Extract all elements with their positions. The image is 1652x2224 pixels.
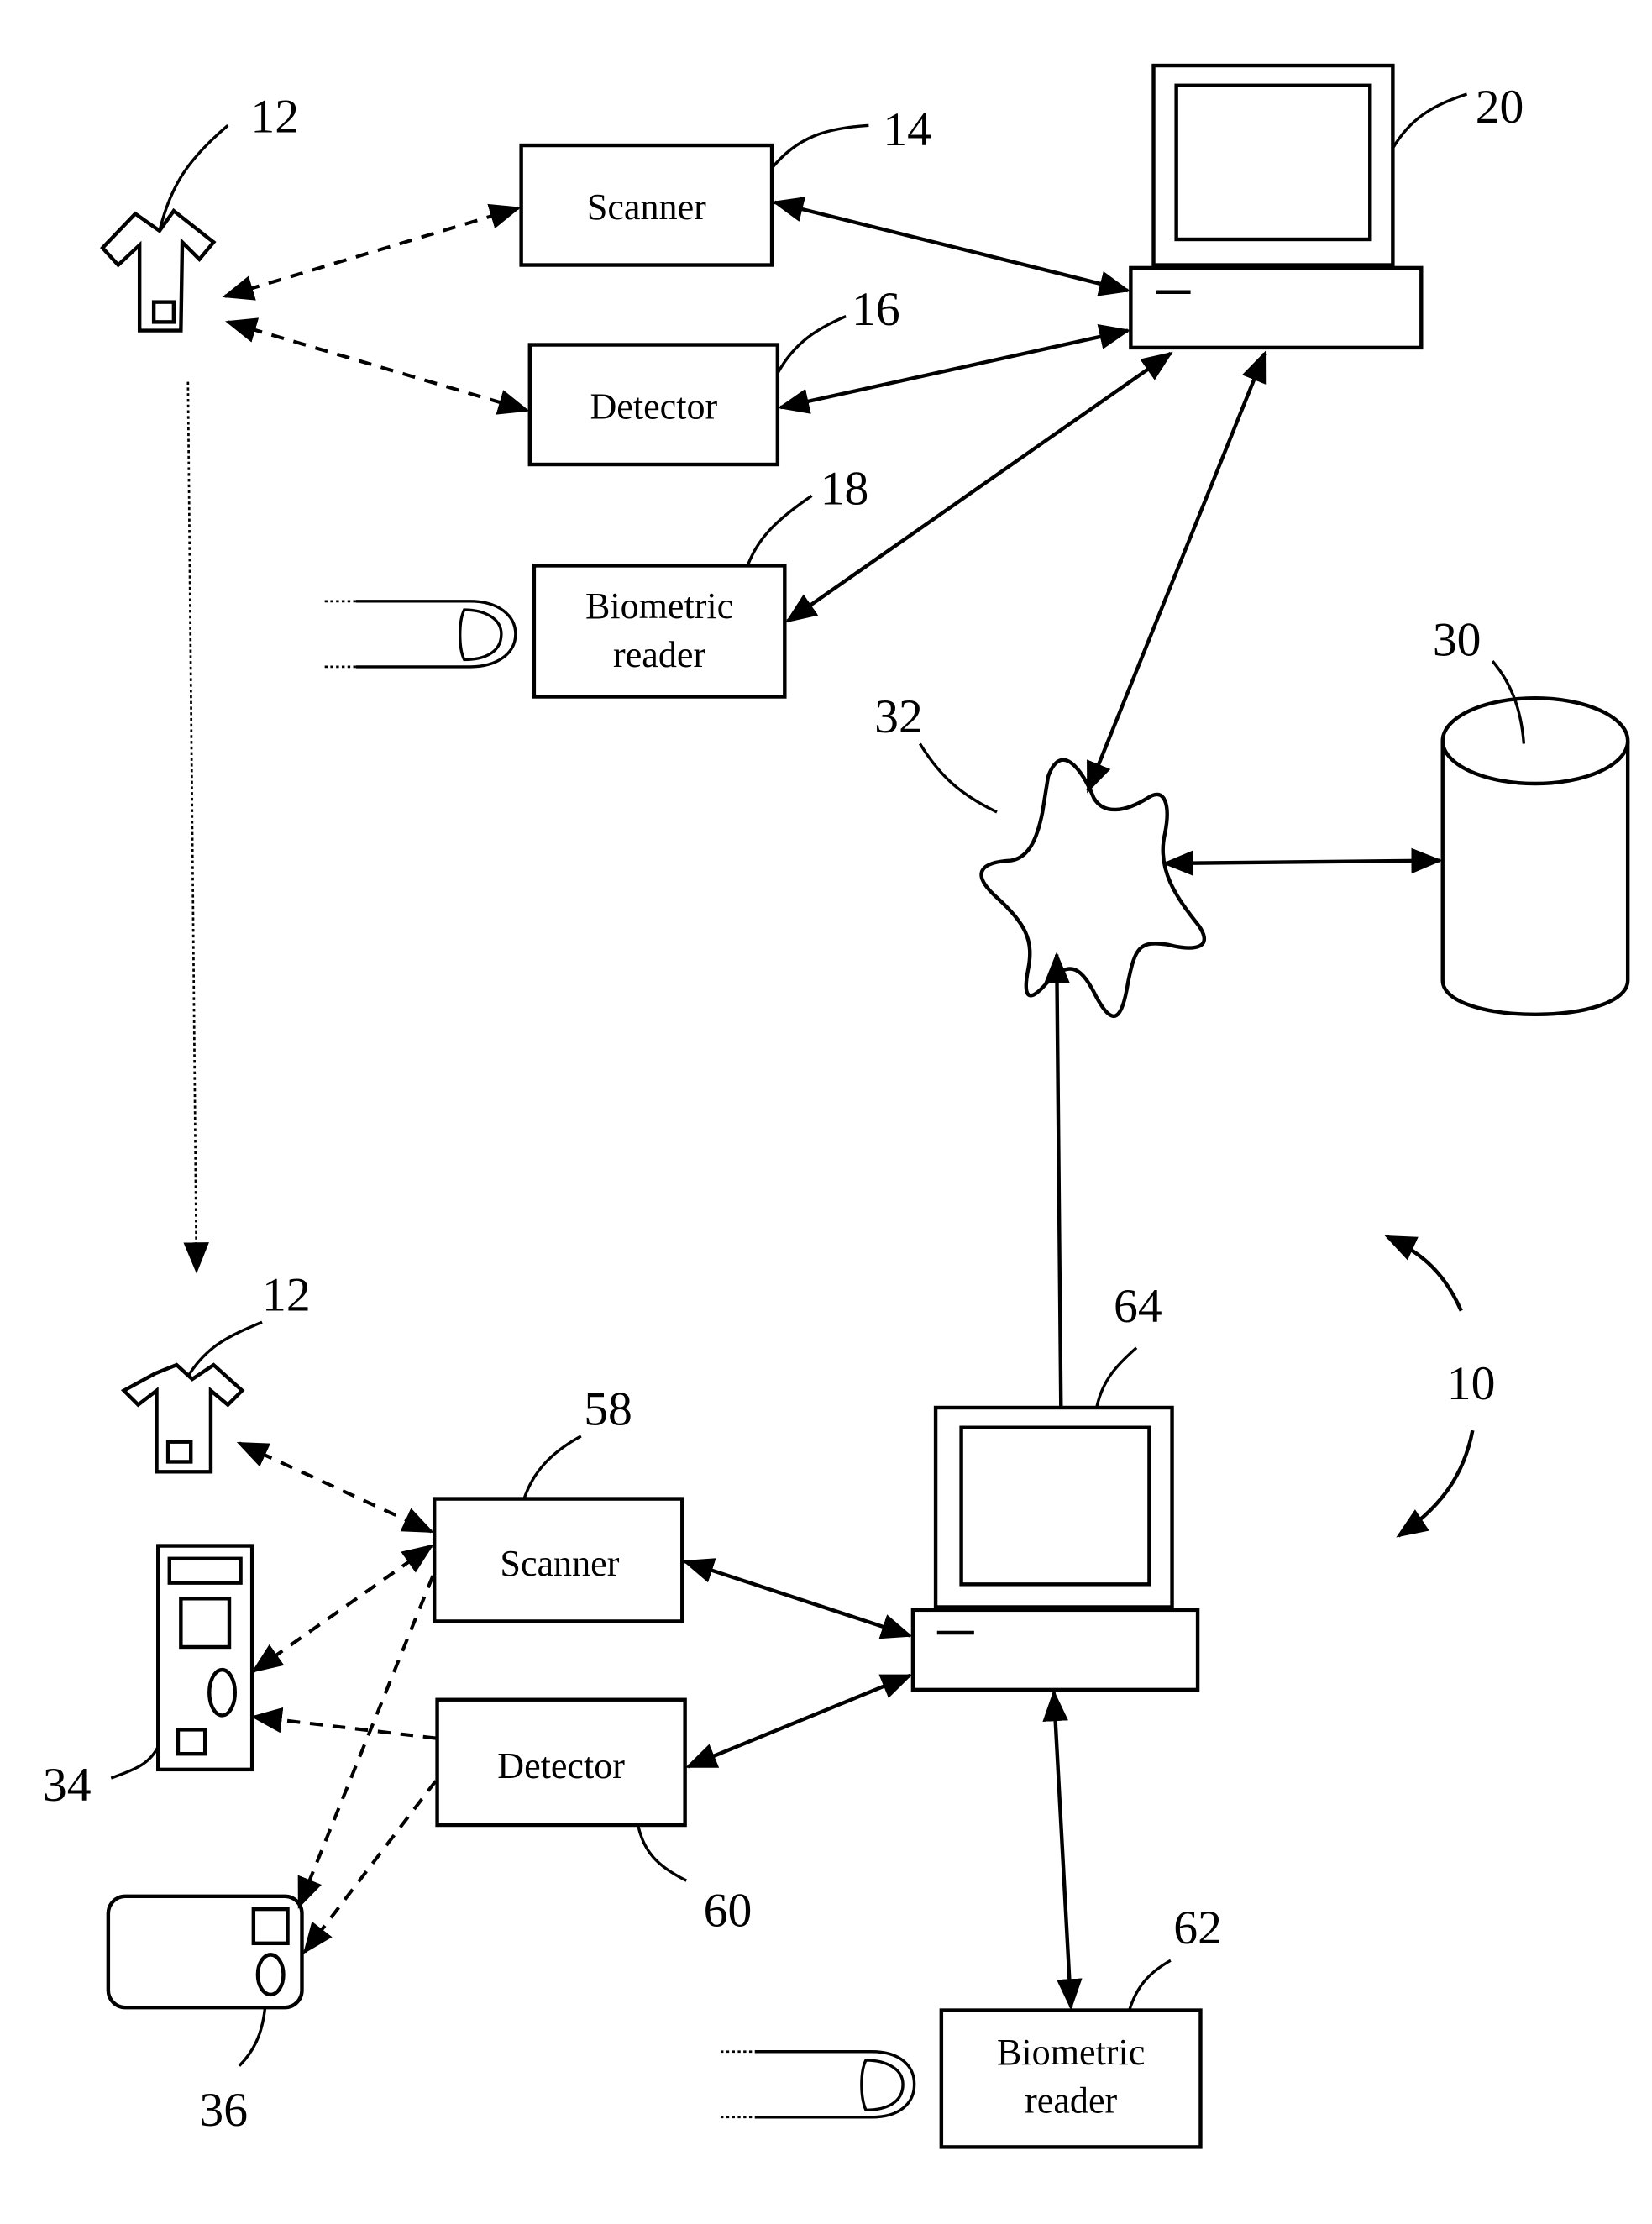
connection-computer-20-network-32 — [1086, 350, 1267, 794]
connection-detector-16-computer-20 — [777, 323, 1131, 414]
ref-label-34: 34 — [43, 1759, 92, 1812]
ref-label-32: 32 — [874, 690, 923, 743]
computer-icon-64 — [910, 1405, 1200, 1692]
ref-label-20: 20 — [1476, 81, 1524, 134]
connection-detector-60-handheld-34 — [250, 1707, 437, 1740]
connection-detector-60-computer-64 — [684, 1673, 913, 1769]
garment-icon — [100, 207, 217, 333]
leader-line-16 — [776, 315, 847, 375]
detector-box-16: Detector — [527, 343, 780, 467]
leader-line-62 — [1128, 1959, 1172, 2012]
scanner-box-14: Scanner — [519, 143, 774, 267]
biometric-reader-label-line2: reader — [613, 634, 705, 675]
ref-label-18: 18 — [821, 462, 869, 515]
leader-line-60 — [637, 1824, 688, 1882]
detector-label-lower: Detector — [497, 1745, 625, 1786]
computer-icon-20 — [1129, 63, 1424, 350]
leader-line-18 — [746, 494, 813, 567]
ref-label-16: 16 — [852, 283, 900, 336]
handheld-device-icon-34 — [156, 1544, 254, 1772]
connection-garment-detector-16 — [225, 317, 530, 415]
connection-scanner-58-computer-64 — [682, 1558, 913, 1639]
biometric-reader-box-18: Biometric reader — [532, 564, 787, 699]
leader-line-64 — [1095, 1346, 1138, 1408]
leader-line-58 — [522, 1435, 582, 1500]
finger-icon-lower — [721, 2050, 916, 2119]
garment-icon-lower — [120, 1362, 245, 1474]
connection-scanner-14-computer-20 — [772, 197, 1131, 296]
biometric-reader-label-line1: Biometric — [585, 585, 733, 627]
leader-line-14 — [770, 123, 869, 170]
connection-garment-scanner-14 — [222, 203, 522, 301]
detector-box-60: Detector — [435, 1697, 687, 1828]
ref-label-12-bottom: 12 — [262, 1269, 311, 1322]
ref-label-12-top: 12 — [250, 91, 299, 144]
scanner-label: Scanner — [587, 186, 706, 228]
biometric-reader-label-line2-lower: reader — [1025, 2080, 1117, 2122]
connection-network-32-database-30 — [1162, 847, 1443, 876]
leader-line-12-bottom — [186, 1320, 263, 1377]
scanner-box-58: Scanner — [432, 1497, 684, 1623]
system-diagram: 12 Scanner 14 Detector 16 Biometric read… — [43, 63, 1630, 2149]
ref-label-58: 58 — [584, 1382, 632, 1435]
leader-line-20 — [1391, 92, 1468, 149]
biometric-reader-box-62: Biometric reader — [939, 2008, 1203, 2149]
ref-label-30: 30 — [1433, 613, 1482, 666]
ref-label-36: 36 — [199, 2084, 248, 2137]
transfer-line-garment — [183, 381, 209, 1274]
ref-label-60: 60 — [704, 1884, 753, 1937]
system-curved-arrow-down — [1396, 1429, 1475, 1538]
network-cloud-icon-32 — [979, 758, 1206, 1018]
connection-computer-64-network-32 — [1044, 952, 1070, 1408]
scanner-label-lower: Scanner — [500, 1543, 619, 1584]
system-curved-arrow-up — [1384, 1235, 1463, 1312]
connection-detector-60-portable-36 — [302, 1780, 438, 1954]
connection-scanner-58-handheld-34 — [251, 1544, 434, 1673]
biometric-reader-label-line1-lower: Biometric — [997, 2032, 1145, 2073]
connection-garment-scanner-58 — [236, 1441, 434, 1534]
database-cylinder-icon-30 — [1440, 696, 1630, 1016]
leader-line-36 — [238, 2008, 267, 2067]
ref-label-14: 14 — [883, 103, 931, 156]
ref-label-62: 62 — [1173, 1901, 1222, 1954]
ref-label-64: 64 — [1114, 1280, 1162, 1333]
connection-computer-64-biometric-62 — [1042, 1689, 1083, 2011]
ref-label-10: 10 — [1447, 1357, 1496, 1410]
portable-device-icon-36 — [106, 1894, 304, 2010]
leader-line-32 — [918, 742, 998, 814]
finger-icon — [324, 600, 517, 669]
leader-line-34 — [110, 1745, 160, 1780]
detector-label: Detector — [590, 386, 717, 427]
